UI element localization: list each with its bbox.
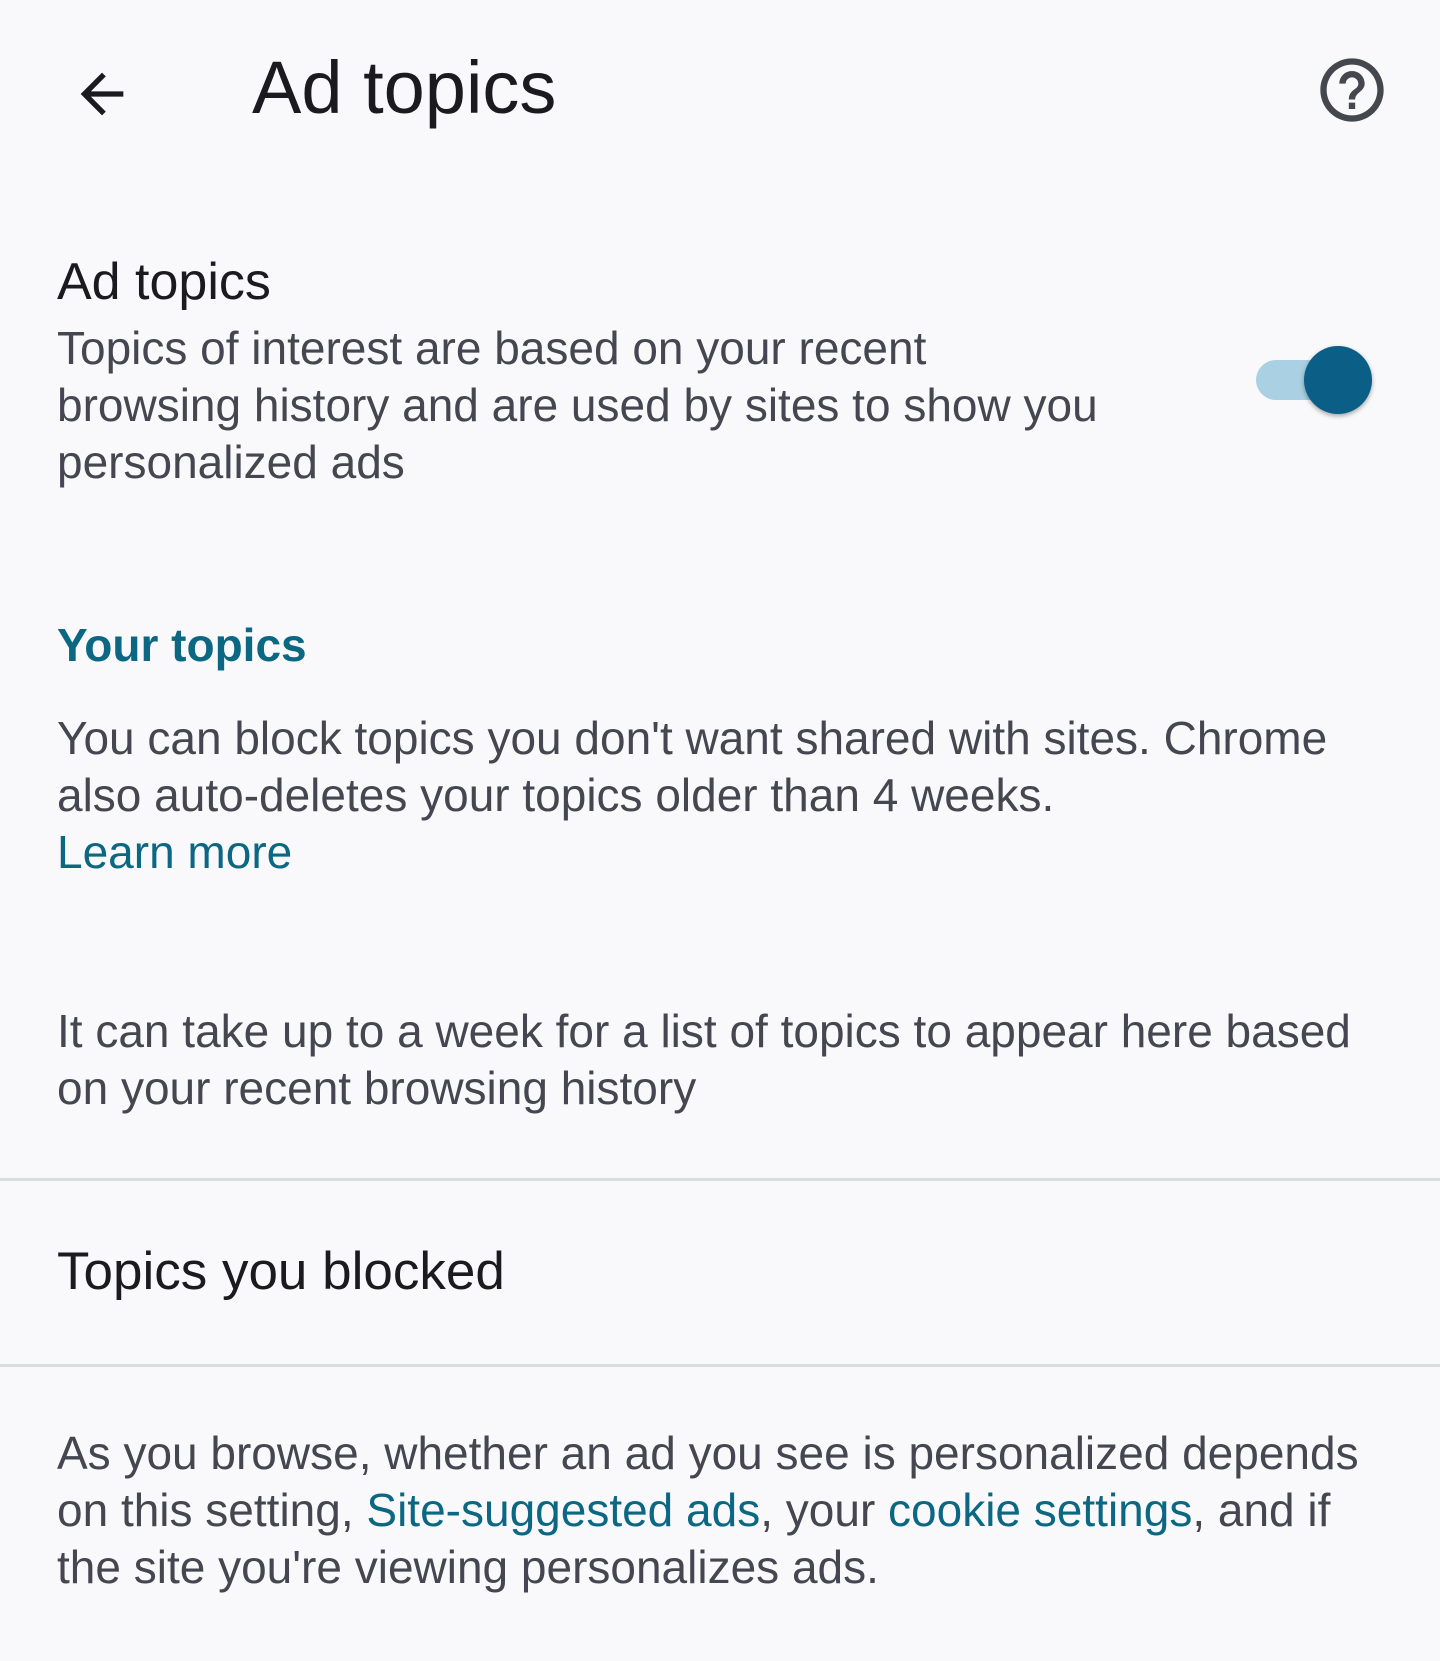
arrow-back-icon: [80, 72, 124, 116]
info-text: You can block topics you don't want shar…: [57, 712, 1328, 821]
your-topics-header: Your topics: [57, 619, 307, 671]
help-button[interactable]: [1312, 50, 1392, 130]
toggle-thumb: [1304, 346, 1372, 414]
setting-description: Topics of interest are based on your rec…: [57, 322, 1098, 488]
setting-title: Ad topics: [57, 253, 271, 311]
topics-you-blocked-row[interactable]: Topics you blocked: [0, 1180, 1440, 1364]
topics-empty-state: It can take up to a week for a list of t…: [57, 1005, 1351, 1114]
footer-text-2: , your: [760, 1484, 889, 1536]
help-circle-icon: [1320, 58, 1384, 122]
divider: [0, 1364, 1440, 1367]
site-suggested-ads-link[interactable]: Site-suggested ads: [366, 1484, 760, 1536]
footer-disclaimer: As you browse, whether an ad you see is …: [57, 1425, 1397, 1596]
app-bar: Ad topics: [0, 0, 1440, 180]
ad-topics-setting-row[interactable]: Ad topics Topics of interest are based o…: [0, 240, 1440, 510]
back-button[interactable]: [56, 48, 148, 140]
your-topics-info: You can block topics you don't want shar…: [57, 710, 1397, 881]
learn-more-link[interactable]: Learn more: [57, 826, 292, 878]
page-title: Ad topics: [252, 46, 557, 129]
ad-topics-toggle[interactable]: [1252, 338, 1372, 414]
topics-you-blocked-label: Topics you blocked: [57, 1242, 505, 1301]
cookie-settings-link[interactable]: cookie settings: [888, 1484, 1192, 1536]
